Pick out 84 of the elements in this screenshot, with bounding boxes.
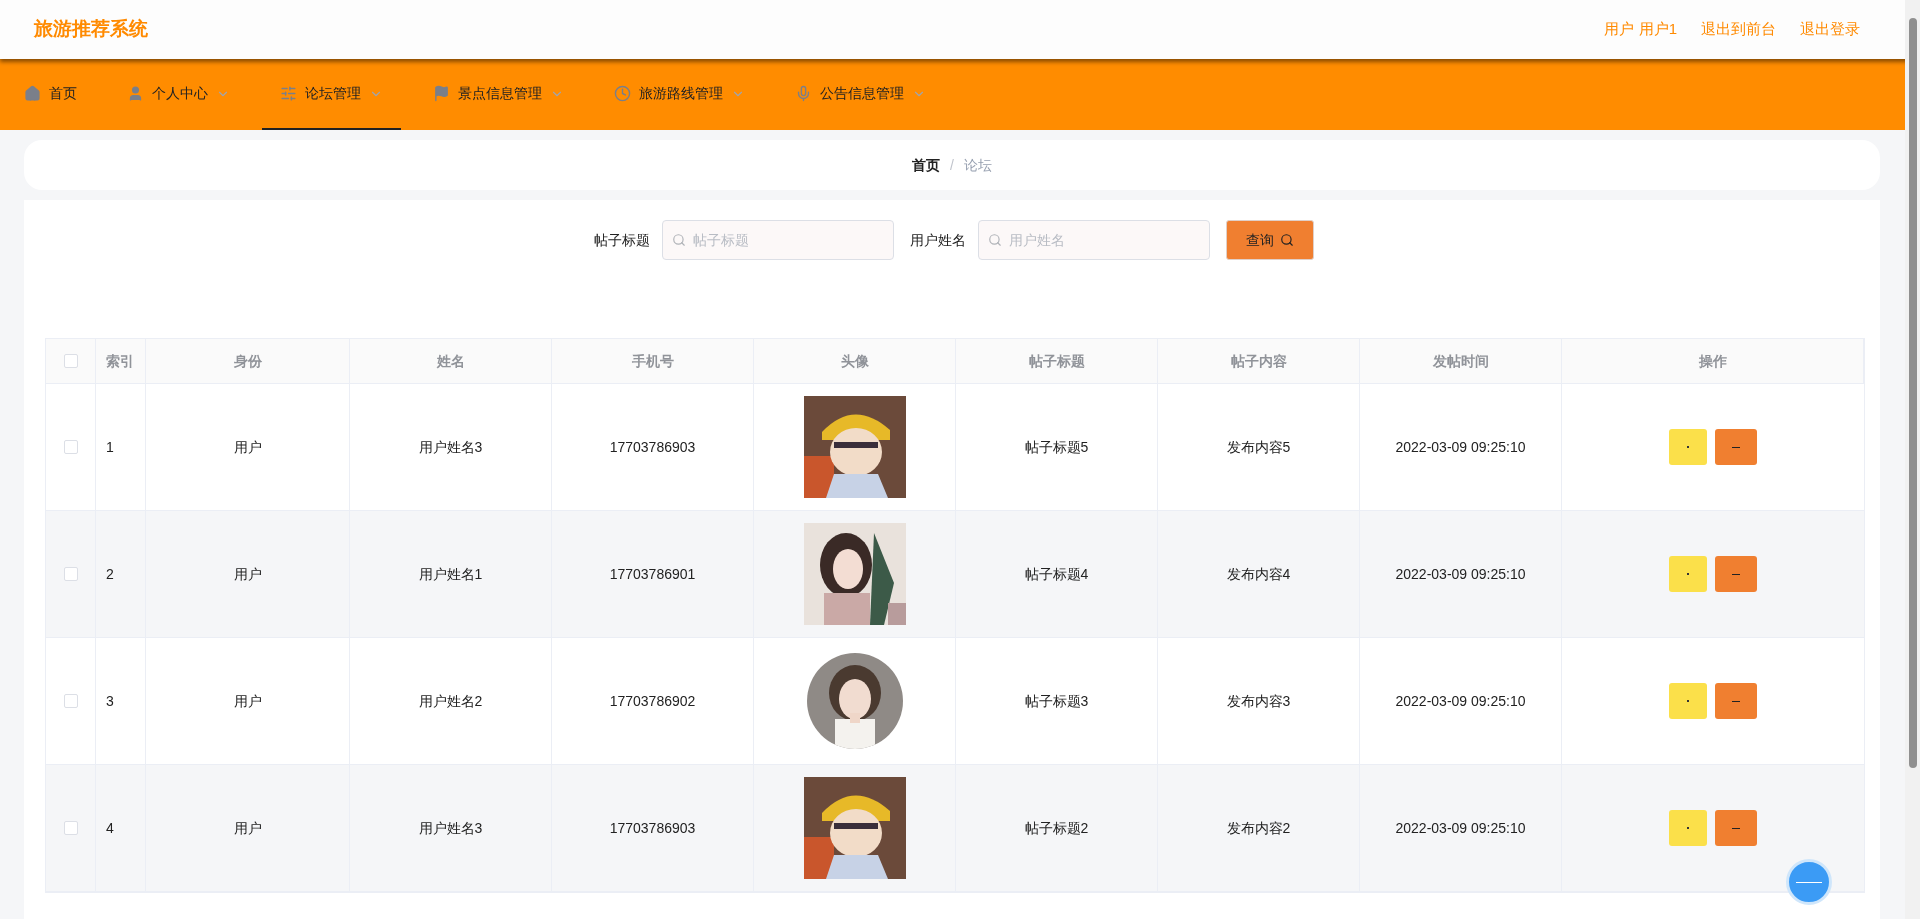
column-header: 帖子内容 — [1230, 351, 1287, 371]
row-checkbox[interactable] — [63, 567, 78, 581]
table-cell-text: 用户 — [233, 691, 262, 711]
nav-label: 公告信息管理 — [820, 84, 904, 103]
column-header: 帖子标题 — [1028, 351, 1085, 371]
nav-label: 个人中心 — [152, 84, 208, 103]
column-header: 头像 — [840, 351, 869, 371]
search-field[interactable]: 用户姓名 — [978, 220, 1210, 260]
column-header: 身份 — [233, 351, 262, 371]
table-cell-text: 用户姓名3 — [418, 437, 483, 457]
column-header: 发帖时间 — [1432, 351, 1489, 371]
edit-button[interactable] — [1669, 683, 1707, 719]
table-cell-text: 1 — [106, 437, 114, 457]
table-cell-text: 发布内容3 — [1226, 691, 1291, 711]
select-all-checkbox[interactable] — [63, 354, 78, 368]
column-header: 手机号 — [631, 351, 674, 371]
search-icon — [672, 233, 686, 247]
search-field[interactable]: 帖子标题 — [662, 220, 894, 260]
table-cell-text: 2022-03-09 09:25:10 — [1395, 691, 1526, 711]
table-cell-text: 帖子标题4 — [1024, 564, 1089, 584]
nav-label: 旅游路线管理 — [639, 84, 723, 103]
column-header: 索引 — [106, 351, 134, 371]
table-cell-text: 用户 — [233, 564, 262, 584]
delete-button[interactable] — [1715, 810, 1757, 846]
table-cell-text: 用户姓名3 — [418, 818, 483, 838]
table-cell-text: 17703786903 — [609, 437, 696, 457]
nav-tab[interactable]: 首页 — [6, 59, 95, 130]
table-cell-text: 2 — [106, 564, 114, 584]
edit-button[interactable] — [1669, 556, 1707, 592]
table-cell-text: 17703786902 — [609, 691, 696, 711]
edit-button[interactable] — [1669, 429, 1707, 465]
delete-button[interactable] — [1715, 429, 1757, 465]
flag-icon — [433, 85, 450, 102]
table-cell-text: 2022-03-09 09:25:10 — [1395, 564, 1526, 584]
table-cell-text: 发布内容5 — [1226, 437, 1291, 457]
table-cell-text: 帖子标题5 — [1024, 437, 1089, 457]
breadcrumb-item[interactable]: 首页 — [912, 154, 941, 176]
search-icon — [988, 233, 1002, 247]
nav-tab[interactable]: 景点信息管理 — [415, 59, 582, 130]
clock-icon — [614, 85, 631, 102]
nav-label: 首页 — [49, 84, 77, 103]
field-label: 帖子标题 — [594, 230, 650, 250]
table-cell-text: 17703786903 — [609, 818, 696, 838]
dash-icon — [1796, 881, 1822, 883]
table-cell-text: 发布内容4 — [1226, 564, 1291, 584]
edit-button[interactable] — [1669, 810, 1707, 846]
field-label: 用户姓名 — [910, 230, 966, 250]
row-checkbox[interactable] — [63, 440, 78, 454]
delete-button[interactable] — [1715, 556, 1757, 592]
nav-tab[interactable]: 个人中心 — [109, 59, 248, 130]
search-button[interactable]: 查询 — [1226, 220, 1314, 260]
nav-label: 景点信息管理 — [458, 84, 542, 103]
row-checkbox[interactable] — [63, 694, 78, 708]
dash-icon — [1732, 446, 1740, 448]
table-cell-text: 用户姓名2 — [418, 691, 483, 711]
table-cell-text: 3 — [106, 691, 114, 711]
dash-icon — [1732, 827, 1740, 829]
column-header: 姓名 — [436, 351, 465, 371]
table-cell-text: 4 — [106, 818, 114, 838]
nav-tab[interactable]: 论坛管理 — [262, 59, 401, 130]
nav-tab[interactable]: 公告信息管理 — [777, 59, 944, 130]
nav-label: 论坛管理 — [305, 84, 361, 103]
table-cell-text: 用户 — [233, 437, 262, 457]
user-icon — [127, 85, 144, 102]
home-icon — [24, 85, 41, 102]
table-cell-text: 2022-03-09 09:25:10 — [1395, 437, 1526, 457]
table-cell-text: 帖子标题3 — [1024, 691, 1089, 711]
mic-icon — [795, 85, 812, 102]
app-title: 旅游推荐系统 — [34, 17, 148, 42]
table-cell-text: 帖子标题2 — [1024, 818, 1089, 838]
table-cell-text: 2022-03-09 09:25:10 — [1395, 818, 1526, 838]
table-cell-text: 用户 — [233, 818, 262, 838]
column-header: 操作 — [1698, 351, 1727, 371]
breadcrumb-separator: / — [950, 155, 954, 175]
nav-tab[interactable]: 旅游路线管理 — [596, 59, 763, 130]
table-cell-text: 17703786901 — [609, 564, 696, 584]
delete-button[interactable] — [1715, 683, 1757, 719]
sliders-icon — [280, 85, 297, 102]
table-cell-text: 发布内容2 — [1226, 818, 1291, 838]
dash-icon — [1732, 573, 1740, 575]
search-icon — [1280, 233, 1294, 247]
dash-icon — [1732, 700, 1740, 702]
table-cell-text: 用户姓名1 — [418, 564, 483, 584]
row-checkbox[interactable] — [63, 821, 78, 835]
